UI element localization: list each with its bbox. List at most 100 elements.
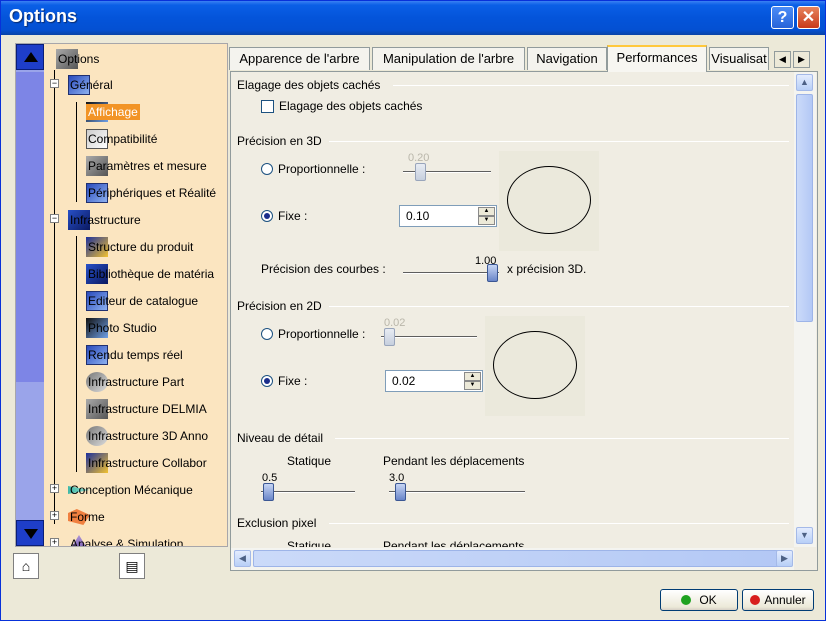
- reset-options-button[interactable]: ⌂: [13, 553, 39, 579]
- culling-checkbox[interactable]: [261, 100, 274, 113]
- reset-icon: ⌂: [21, 558, 31, 574]
- precision-3d-proportional-slider[interactable]: [415, 163, 426, 181]
- tree-item-part-infrastructure[interactable]: Infrastructure Part: [86, 371, 184, 393]
- precision-2d-title: Précision en 2D: [237, 299, 322, 313]
- vertical-scroll-thumb[interactable]: [796, 94, 813, 322]
- tree-scroll-down-button[interactable]: [16, 520, 44, 546]
- scroll-down-button[interactable]: ▼: [796, 527, 813, 544]
- tree-item-general[interactable]: Général: [68, 74, 113, 96]
- tree-item-shape[interactable]: Forme: [68, 506, 105, 528]
- cancel-icon: [750, 595, 761, 605]
- spin-down-icon[interactable]: ▼: [478, 216, 495, 225]
- precision-3d-fixed-radio[interactable]: [261, 210, 273, 222]
- tree-item-mechanical[interactable]: Conception Mécanique: [68, 479, 193, 501]
- pixel-moving-label: Pendant les déplacements: [383, 539, 525, 547]
- spin-up-icon[interactable]: ▲: [478, 207, 495, 216]
- pixel-culling-title: Exclusion pixel: [237, 516, 317, 530]
- scroll-left-button[interactable]: ◀: [234, 550, 251, 567]
- cancel-label: Annuler: [764, 593, 806, 607]
- curve-precision-suffix: x précision 3D.: [507, 262, 587, 276]
- tree-item-delmia[interactable]: Infrastructure DELMIA: [86, 398, 207, 420]
- lod-moving-label: Pendant les déplacements: [383, 454, 525, 468]
- tab-navigation[interactable]: Navigation: [527, 47, 607, 70]
- tree-item-devices[interactable]: Périphériques et Réalité: [86, 182, 216, 204]
- expand-toggle[interactable]: +: [50, 484, 59, 493]
- precision-ellipse-icon: [493, 331, 577, 399]
- close-button[interactable]: ✕: [797, 6, 820, 29]
- title-bar[interactable]: Options ? ✕: [1, 1, 825, 35]
- tree-item-catalog-editor[interactable]: Editeur de catalogue: [86, 290, 198, 312]
- down-arrow-icon: [24, 529, 38, 539]
- precision-2d-proportional-radio[interactable]: [261, 328, 273, 340]
- tree-item-infrastructure[interactable]: Infrastructure: [68, 209, 141, 231]
- lod-static-label: Statique: [287, 454, 332, 468]
- expand-toggle[interactable]: −: [50, 79, 59, 88]
- section-divider: [335, 438, 789, 439]
- precision-2d-fixed-radio[interactable]: [261, 375, 273, 387]
- list-icon: ▤: [125, 558, 139, 574]
- spin-down-icon[interactable]: ▼: [464, 381, 481, 390]
- tab-scroll-right-button[interactable]: ▶: [793, 51, 810, 68]
- horizontal-scrollbar[interactable]: ◀ ▶: [231, 548, 794, 570]
- ok-icon: [681, 595, 692, 605]
- tab-tree-appearance[interactable]: Apparence de l'arbre: [229, 47, 370, 70]
- scroll-up-button[interactable]: ▲: [796, 74, 813, 91]
- tree-connector: [76, 102, 77, 202]
- tree-item-3d-annotation[interactable]: Infrastructure 3D Anno: [86, 425, 208, 447]
- tree-item-display[interactable]: Affichage: [86, 101, 140, 123]
- tab-strip: Apparence de l'arbre Manipulation de l'a…: [229, 45, 817, 72]
- section-divider: [329, 523, 789, 524]
- options-tree: Options − Général Affichage Compatibilit…: [15, 43, 228, 547]
- spin-up-icon[interactable]: ▲: [464, 372, 481, 381]
- tree-item-photo-studio[interactable]: Photo Studio: [86, 317, 157, 339]
- tree-item-parameters[interactable]: Paramètres et mesure: [86, 155, 207, 177]
- cancel-button[interactable]: Annuler: [742, 589, 814, 611]
- curve-precision-slider[interactable]: [487, 264, 498, 282]
- up-arrow-icon: [24, 52, 38, 62]
- tree-scrollbar[interactable]: [16, 44, 44, 546]
- tab-performances[interactable]: Performances: [607, 45, 707, 72]
- tab-tree-manipulation[interactable]: Manipulation de l'arbre: [372, 47, 525, 70]
- tree-item-realtime-render[interactable]: Rendu temps réel: [86, 344, 183, 366]
- ok-label: OK: [699, 593, 717, 607]
- precision-3d-fixed-spinner[interactable]: 0.10 ▲ ▼: [399, 205, 497, 227]
- lod-static-slider[interactable]: [263, 483, 274, 501]
- precision-2d-proportional-slider[interactable]: [384, 328, 395, 346]
- precision-3d-title: Précision en 3D: [237, 134, 322, 148]
- tab-scroll-left-button[interactable]: ◀: [774, 51, 791, 68]
- precision-3d-proportional-radio[interactable]: [261, 163, 273, 175]
- tree-item-compatibility[interactable]: Compatibilité: [86, 128, 157, 150]
- scroll-right-button[interactable]: ▶: [776, 550, 793, 567]
- tree-item-material-library[interactable]: Bibliothèque de matéria: [86, 263, 214, 285]
- lod-moving-slider[interactable]: [395, 483, 406, 501]
- precision-2d-preview: [485, 316, 585, 416]
- ok-button[interactable]: OK: [660, 589, 738, 611]
- precision-3d-preview: [499, 151, 599, 251]
- culling-checkbox-label: Elagage des objets cachés: [279, 99, 423, 113]
- expand-toggle[interactable]: +: [50, 511, 59, 520]
- precision-2d-fixed-label: Fixe :: [278, 374, 308, 388]
- precision-2d-fixed-spinner[interactable]: 0.02 ▲ ▼: [385, 370, 483, 392]
- precision-ellipse-icon: [507, 166, 591, 234]
- expand-toggle[interactable]: −: [50, 214, 59, 223]
- tree-connector: [54, 70, 55, 524]
- expand-toggle[interactable]: +: [50, 538, 59, 546]
- window-title: Options: [9, 6, 77, 26]
- tree-item-analysis[interactable]: Analyse & Simulation: [68, 533, 183, 546]
- tree-item-product-structure[interactable]: Structure du produit: [86, 236, 193, 258]
- list-parameters-button[interactable]: ▤: [119, 553, 145, 579]
- curve-precision-label: Précision des courbes :: [261, 262, 386, 276]
- section-divider: [329, 306, 789, 307]
- help-button[interactable]: ?: [771, 6, 794, 29]
- tab-visualization[interactable]: Visualisat: [709, 47, 769, 70]
- precision-2d-proportional-track: [381, 336, 477, 338]
- tree-scroll-thumb[interactable]: [16, 72, 44, 382]
- performances-panel: Elagage des objets cachés Elagage des ob…: [230, 71, 818, 571]
- precision-2d-proportional-label: Proportionnelle :: [278, 327, 366, 341]
- tree-scroll-up-button[interactable]: [16, 44, 44, 70]
- tree-item-collaboration[interactable]: Infrastructure Collabor: [86, 452, 207, 474]
- precision-3d-fixed-value: 0.10: [406, 209, 430, 223]
- horizontal-scroll-thumb[interactable]: [253, 550, 783, 567]
- tree-item-root[interactable]: Options: [56, 48, 99, 70]
- vertical-scrollbar[interactable]: ▲ ▼: [794, 72, 816, 547]
